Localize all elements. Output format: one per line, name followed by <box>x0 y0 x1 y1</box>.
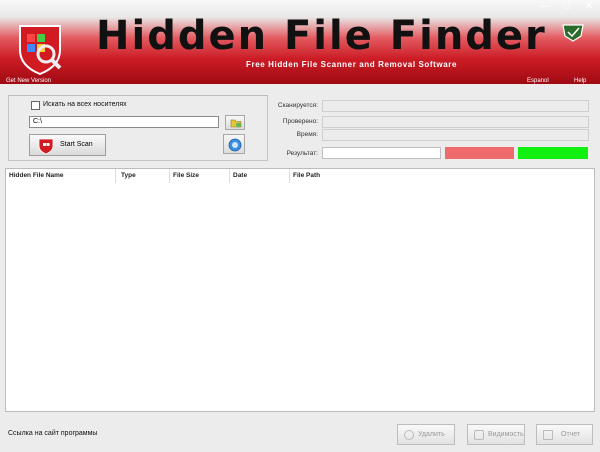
program-site-link[interactable]: Ссылка на сайт программы <box>8 430 97 437</box>
minimize-button[interactable]: — <box>534 0 556 14</box>
delete-label: Удалить <box>418 431 445 438</box>
maximize-button[interactable]: □ <box>556 0 578 14</box>
scan-options-panel: Искать на всех носителях C:\ Start Scan <box>8 95 268 161</box>
result-value <box>322 147 441 159</box>
app-subtitle: Free Hidden File Scanner and Removal Sof… <box>246 60 458 69</box>
result-label: Результат: <box>286 150 318 157</box>
window-controls: — □ ✕ <box>534 0 600 14</box>
report-button[interactable]: Отчет <box>536 424 593 445</box>
search-all-drives-label: Искать на всех носителях <box>43 101 127 108</box>
checked-label: Проверено: <box>282 118 318 125</box>
search-all-drives-checkbox[interactable] <box>31 101 40 110</box>
column-header-hidden-file-name[interactable]: Hidden File Name <box>6 169 116 183</box>
time-label: Время: <box>296 131 318 138</box>
visibility-label: Видимость <box>488 431 524 438</box>
scanning-value <box>322 100 589 112</box>
language-link[interactable]: Espanol <box>527 78 549 84</box>
info-icon <box>228 138 242 152</box>
scan-path-input[interactable]: C:\ <box>29 116 219 128</box>
report-icon <box>543 430 553 440</box>
result-red-indicator <box>445 147 514 159</box>
column-header-date[interactable]: Date <box>230 169 290 183</box>
delete-button[interactable]: Удалить <box>397 424 455 445</box>
get-new-version-link[interactable]: Get New Version <box>6 78 51 84</box>
column-header-type[interactable]: Type <box>118 169 170 183</box>
time-value <box>322 129 589 141</box>
visibility-button[interactable]: Видимость <box>467 424 525 445</box>
start-scan-button[interactable]: Start Scan <box>29 134 106 156</box>
scan-shield-icon <box>38 138 54 155</box>
close-button[interactable]: ✕ <box>578 0 600 14</box>
browse-folder-button[interactable] <box>225 115 245 130</box>
security-badge-icon <box>562 24 584 42</box>
folder-icon <box>230 119 242 128</box>
scanning-label: Сканируется: <box>277 102 318 109</box>
result-green-indicator <box>518 147 588 159</box>
checked-value <box>322 116 589 128</box>
column-header-file-path[interactable]: File Path <box>290 169 595 183</box>
about-button[interactable] <box>223 134 245 154</box>
report-label: Отчет <box>561 431 581 438</box>
column-header-file-size[interactable]: File Size <box>170 169 230 183</box>
start-scan-label: Start Scan <box>60 141 93 148</box>
visibility-icon <box>474 430 484 440</box>
table-header: Hidden File Name Type File Size Date Fil… <box>6 169 594 183</box>
app-logo-icon <box>19 25 62 76</box>
app-title: Hidden File Finder <box>96 13 547 59</box>
results-table[interactable]: Hidden File Name Type File Size Date Fil… <box>5 168 595 412</box>
delete-icon <box>404 430 414 440</box>
help-link[interactable]: Help <box>574 78 586 84</box>
header-banner: Hidden File Finder Free Hidden File Scan… <box>0 0 600 84</box>
